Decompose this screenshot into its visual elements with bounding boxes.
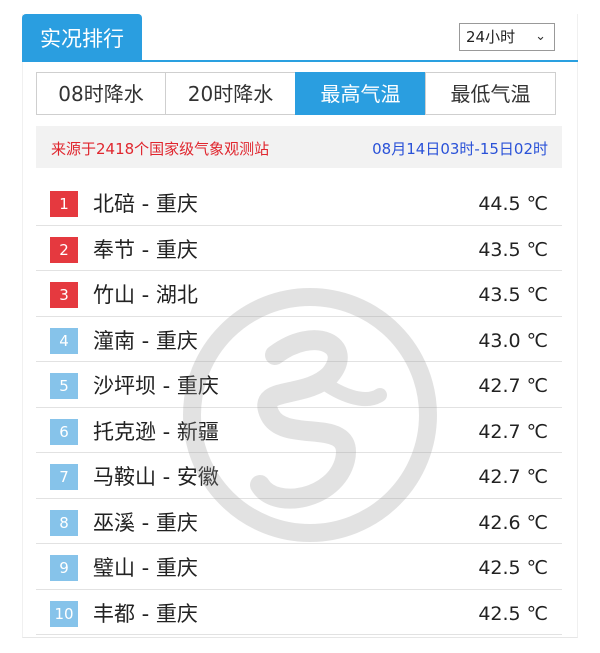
- tab-max-temperature[interactable]: 最高气温: [295, 72, 426, 115]
- temperature-value: 43.0 ℃: [478, 329, 548, 352]
- rank-badge: 1: [50, 191, 78, 217]
- chevron-down-icon: ⌄: [535, 29, 546, 44]
- rank-badge: 7: [50, 464, 78, 490]
- station-name[interactable]: 北碚 - 重庆: [93, 180, 198, 228]
- temperature-value: 44.5 ℃: [478, 193, 548, 215]
- list-item: 2 奉节 - 重庆 43.5 ℃: [36, 226, 562, 274]
- station-name[interactable]: 奉节 - 重庆: [93, 226, 198, 274]
- info-bar: 来源于2418个国家级气象观测站 08月14日03时-15日02时: [36, 126, 562, 168]
- temperature-value: 43.5 ℃: [478, 238, 548, 261]
- station-name[interactable]: 璧山 - 重庆: [93, 544, 198, 592]
- list-item: 7 马鞍山 - 安徽 42.7 ℃: [36, 453, 562, 499]
- rank-badge: 4: [50, 327, 78, 354]
- list-item: 10 丰都 - 重庆 42.5 ℃: [36, 590, 562, 638]
- list-item: 5 沙坪坝 - 重庆 42.7 ℃: [36, 362, 562, 408]
- panel-title: 实况排行: [22, 14, 142, 62]
- panel-header: 实况排行 24小时 ⌄: [22, 14, 578, 62]
- category-tabs: 08时降水 20时降水 最高气温 最低气温: [36, 72, 556, 115]
- list-item: 8 巫溪 - 重庆 42.6 ℃: [36, 499, 562, 547]
- list-item: 1 北碚 - 重庆 44.5 ℃: [36, 180, 562, 226]
- station-name[interactable]: 沙坪坝 - 重庆: [93, 362, 219, 410]
- station-name[interactable]: 竹山 - 湖北: [93, 271, 198, 319]
- list-item: 3 竹山 - 湖北 43.5 ℃: [36, 271, 562, 317]
- temperature-value: 42.7 ℃: [478, 420, 548, 443]
- list-item: 4 潼南 - 重庆 43.0 ℃: [36, 317, 562, 365]
- list-item: 9 璧山 - 重庆 42.5 ℃: [36, 544, 562, 590]
- temperature-value: 42.6 ℃: [478, 511, 548, 534]
- data-source-text: 来源于2418个国家级气象观测站: [51, 140, 270, 158]
- rank-badge: 3: [50, 282, 78, 308]
- temperature-value: 42.5 ℃: [478, 602, 548, 625]
- list-item: 6 托克逊 - 新疆 42.7 ℃: [36, 408, 562, 456]
- rank-badge: 8: [50, 509, 78, 536]
- rank-badge: 6: [50, 418, 78, 445]
- time-range-text: 08月14日03时-15日02时: [372, 140, 548, 158]
- rank-badge: 10: [50, 600, 78, 627]
- tab-08h-precipitation[interactable]: 08时降水: [36, 72, 166, 115]
- station-name[interactable]: 马鞍山 - 安徽: [93, 453, 219, 501]
- rank-badge: 5: [50, 373, 78, 399]
- period-select[interactable]: 24小时 ⌄: [459, 23, 555, 51]
- ranking-list: 1 北碚 - 重庆 44.5 ℃ 2 奉节 - 重庆 43.5 ℃ 3 竹山 -…: [36, 180, 562, 635]
- tab-20h-precipitation[interactable]: 20时降水: [165, 72, 296, 115]
- temperature-value: 42.7 ℃: [478, 375, 548, 397]
- station-name[interactable]: 丰都 - 重庆: [93, 590, 198, 638]
- station-name[interactable]: 巫溪 - 重庆: [93, 499, 198, 547]
- period-select-value: 24小时: [466, 28, 516, 46]
- station-name[interactable]: 潼南 - 重庆: [93, 317, 198, 365]
- station-name[interactable]: 托克逊 - 新疆: [93, 408, 219, 456]
- rank-badge: 2: [50, 236, 78, 263]
- rank-badge: 9: [50, 555, 78, 581]
- temperature-value: 43.5 ℃: [478, 284, 548, 306]
- tab-min-temperature[interactable]: 最低气温: [425, 72, 556, 115]
- temperature-value: 42.7 ℃: [478, 466, 548, 488]
- temperature-value: 42.5 ℃: [478, 557, 548, 579]
